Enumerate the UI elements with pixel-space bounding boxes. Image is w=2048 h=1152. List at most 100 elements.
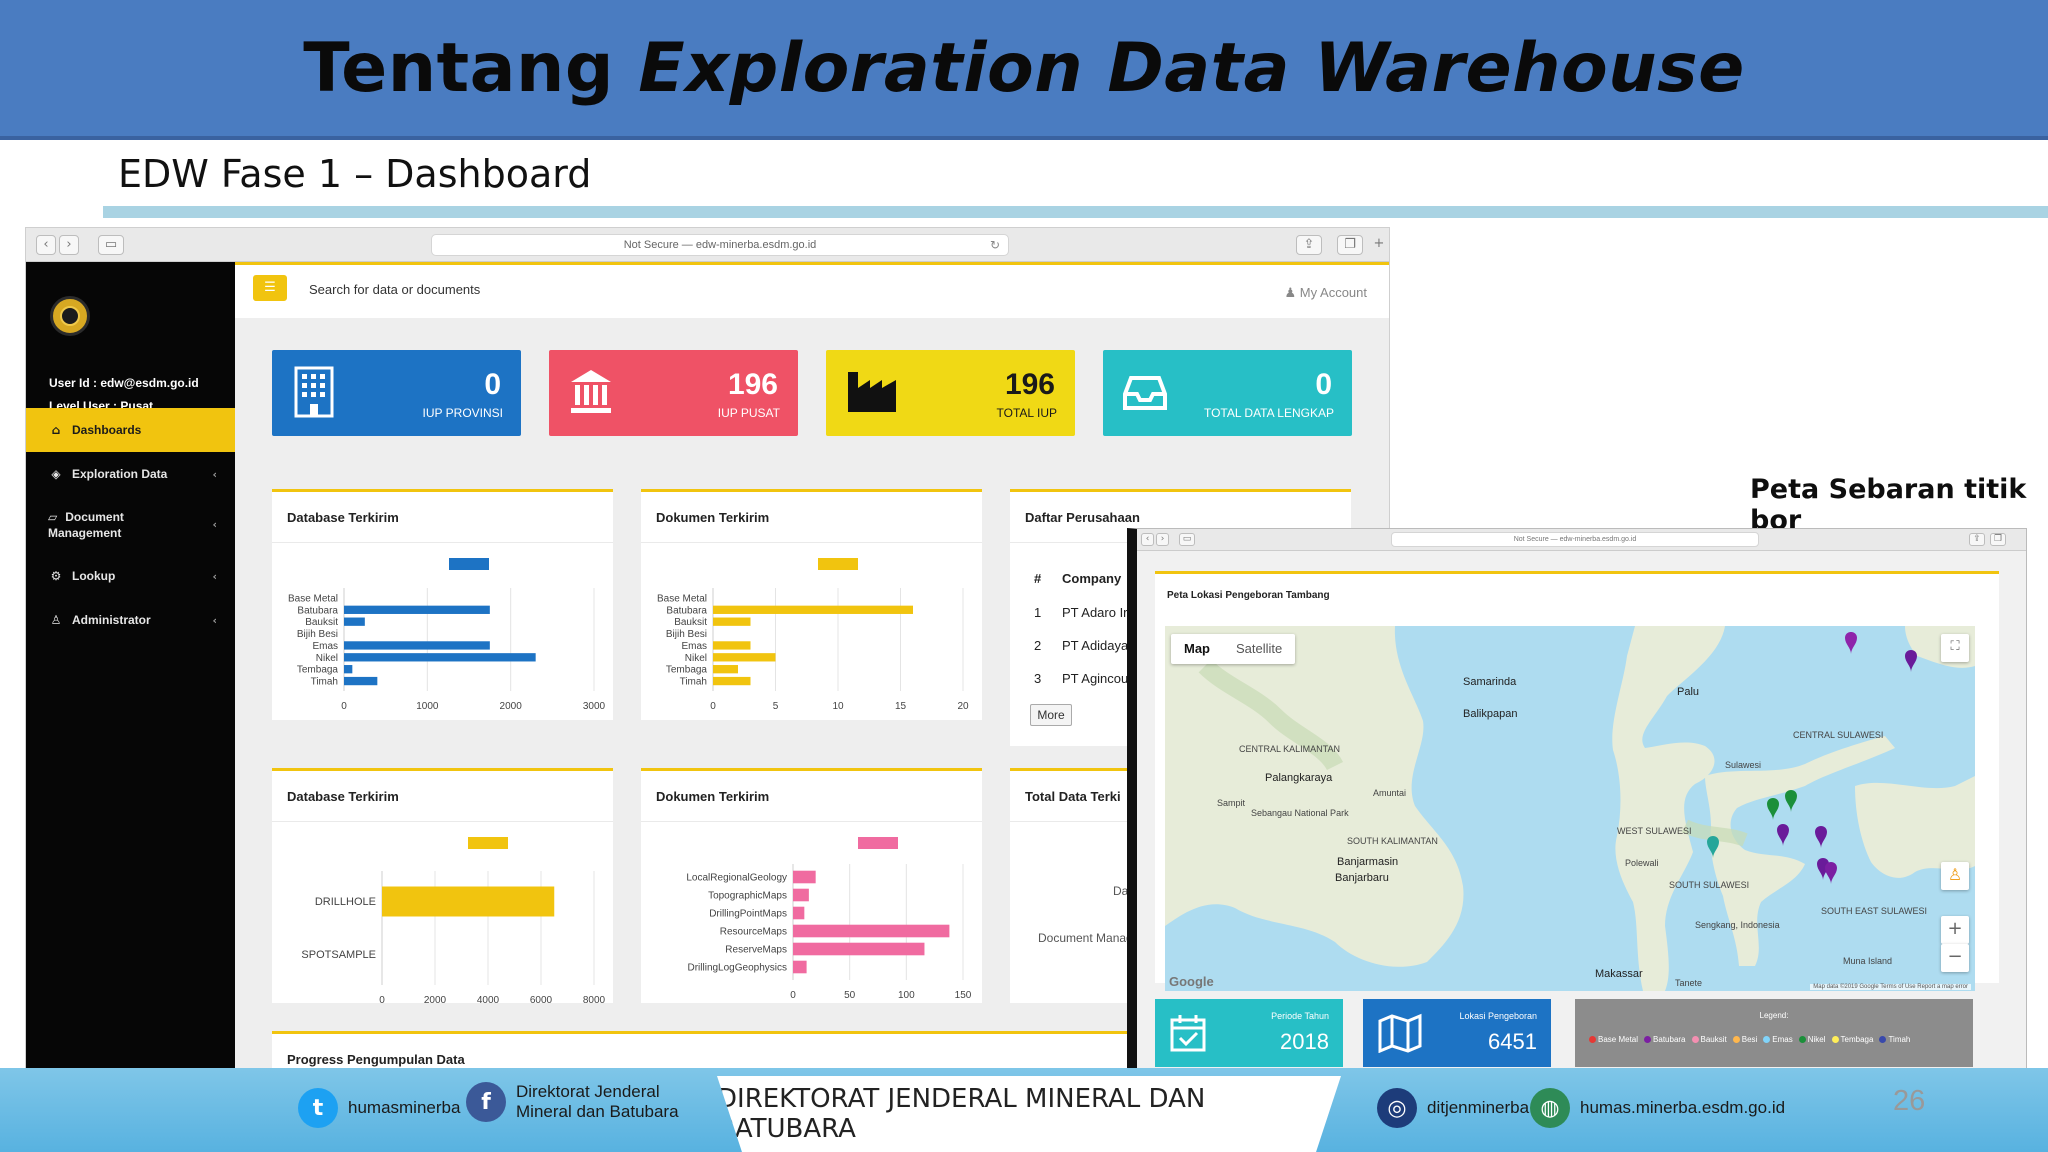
my-account-link[interactable]: ♟ My Account <box>1285 285 1367 301</box>
category-label: Emas <box>312 641 338 652</box>
footer-facebook: f Direktorat Jenderal Mineral dan Batuba… <box>466 1082 679 1122</box>
bar[interactable] <box>793 888 809 902</box>
address-bar[interactable]: Not Secure — edw-minerba.esdm.go.id <box>1391 532 1759 547</box>
bar[interactable] <box>344 676 378 686</box>
sidebar-item-label: Lookup <box>72 569 116 583</box>
tabs-icon[interactable]: ❐ <box>1990 533 2006 546</box>
stat-card-total-iup[interactable]: 196 TOTAL IUP <box>826 350 1075 436</box>
card-label: Periode Tahun <box>1271 1011 1329 1021</box>
tick-label: 0 <box>341 701 347 712</box>
sidebar: User Id : edw@esdm.go.id Level User : Pu… <box>26 262 235 1078</box>
category-label: Base Metal <box>288 593 338 604</box>
forward-icon[interactable]: › <box>1156 533 1169 546</box>
map-legend: Legend: Base Metal Batubara Bauksit Besi… <box>1575 999 1973 1067</box>
bar[interactable] <box>713 641 751 650</box>
bar[interactable] <box>793 924 950 938</box>
table-row[interactable]: 1 PT Adaro Ir <box>1034 596 1128 629</box>
map-icon <box>1378 1013 1422 1053</box>
periode-tahun-card: Periode Tahun 2018 <box>1155 999 1343 1067</box>
dokumen-terkirim-chart: 0 5 10 15 20 Base MetalBatubaraBauksitBijih B… <box>657 558 969 712</box>
drill-marker[interactable] <box>1905 650 1917 672</box>
footer-instagram-text: ditjenminerba <box>1427 1098 1530 1117</box>
table-row[interactable]: 3 PT Agincou <box>1034 662 1128 695</box>
chevron-left-icon: ‹ <box>212 569 217 583</box>
share-icon[interactable]: ⇪ <box>1969 533 1985 546</box>
menu-toggle-icon[interactable]: ☰ <box>253 275 287 301</box>
category-label: Batubara <box>297 605 338 616</box>
drill-marker[interactable] <box>1825 862 1837 884</box>
new-tab-icon[interactable]: + <box>1369 235 1389 255</box>
drill-marker[interactable] <box>1815 826 1827 848</box>
topbar: ☰ Search for data or documents ♟ My Acco… <box>235 262 1389 318</box>
bar[interactable] <box>713 617 751 626</box>
category-label: Nikel <box>316 653 338 664</box>
search-input[interactable]: Search for data or documents <box>309 282 480 297</box>
bar[interactable] <box>713 665 738 674</box>
category-label: TopographicMaps <box>708 891 787 902</box>
gears-icon: ⚙ <box>50 569 62 583</box>
legend-item: Besi <box>1732 1035 1757 1044</box>
database-terkirim-type-panel: Database Terkirim 0 2000 4000 6000 8000 DRILL… <box>272 768 613 1006</box>
bar[interactable] <box>344 665 353 674</box>
bar[interactable] <box>793 960 807 974</box>
legend-item: Nikel <box>1798 1035 1826 1044</box>
drilling-map[interactable]: Map Satellite Samarinda Balikpapan Palu … <box>1165 626 1975 991</box>
zoom-out-icon[interactable]: − <box>1941 944 1969 972</box>
sidebar-item-lookup[interactable]: ⚙ Lookup ‹ <box>26 554 235 598</box>
address-bar[interactable]: Not Secure — edw-minerba.esdm.go.id ↻ <box>431 234 1009 256</box>
tabs-icon[interactable]: ❐ <box>1337 235 1363 255</box>
sidebar-item-administrator[interactable]: ♙ Administrator ‹ <box>26 598 235 642</box>
back-icon[interactable]: ‹ <box>36 235 56 255</box>
drill-marker[interactable] <box>1777 824 1789 846</box>
sidebar-item-dashboards[interactable]: ⌂ Dashboards <box>26 408 235 452</box>
bar[interactable] <box>344 617 365 626</box>
legend-item: Bauksit <box>1691 1035 1727 1044</box>
category-label: Bauksit <box>674 617 707 628</box>
category-label: Emas <box>681 641 707 652</box>
sidebar-toggle-icon[interactable]: ▭ <box>1179 533 1195 546</box>
zoom-in-icon[interactable]: + <box>1941 916 1969 944</box>
slide-footer: t humasminerba f Direktorat Jenderal Min… <box>0 1068 2048 1152</box>
bar[interactable] <box>793 870 816 884</box>
fullscreen-icon[interactable]: ⛶ <box>1941 634 1969 662</box>
stat-card-iup-provinsi[interactable]: 0 IUP PROVINSI <box>272 350 521 436</box>
tick-label: 3000 <box>583 701 606 712</box>
more-button[interactable]: More <box>1030 704 1072 726</box>
bar[interactable] <box>713 605 913 614</box>
bar[interactable] <box>344 605 490 614</box>
legend-item: Base Metal <box>1589 1035 1638 1044</box>
bar[interactable] <box>382 886 555 917</box>
tick-label: 0 <box>379 995 385 1006</box>
drill-marker[interactable] <box>1845 632 1857 654</box>
stat-card-iup-pusat[interactable]: 196 IUP PUSAT <box>549 350 798 436</box>
stat-card-total-data-lengkap[interactable]: 0 TOTAL DATA LENGKAP <box>1103 350 1352 436</box>
bar[interactable] <box>713 653 776 662</box>
footer-web: ◍ humas.minerba.esdm.go.id <box>1530 1088 1785 1128</box>
map-page: Peta Lokasi Pengeboran Tambang Map Satel… <box>1137 551 2026 1089</box>
table-row[interactable]: 2 PT Adidaya <box>1034 629 1128 662</box>
panel-title: Progress Pengumpulan Data <box>287 1052 465 1067</box>
sidebar-item-document-management[interactable]: ▱ Document Management ‹ <box>26 496 235 554</box>
share-icon[interactable]: ⇪ <box>1296 235 1322 255</box>
sidebar-item-exploration-data[interactable]: ◈ Exploration Data ‹ <box>26 452 235 496</box>
stat-value: 196 <box>1004 368 1055 401</box>
street-view-icon[interactable]: ♙ <box>1941 862 1969 890</box>
forward-icon[interactable]: › <box>59 235 79 255</box>
back-icon[interactable]: ‹ <box>1141 533 1154 546</box>
page-number: 26 <box>1893 1085 1926 1117</box>
tick-label: 6000 <box>530 995 553 1006</box>
drill-marker[interactable] <box>1707 836 1719 858</box>
bar[interactable] <box>713 676 751 686</box>
address-bar-text: Not Secure — edw-minerba.esdm.go.id <box>623 239 817 251</box>
card-label: Lokasi Pengeboran <box>1459 1011 1537 1021</box>
drill-marker[interactable] <box>1785 790 1797 812</box>
map-panel: Peta Lokasi Pengeboran Tambang Map Satel… <box>1155 571 1999 991</box>
sidebar-toggle-icon[interactable]: ▭ <box>98 235 124 255</box>
bank-icon <box>571 370 611 413</box>
bar[interactable] <box>344 641 490 650</box>
bar[interactable] <box>793 906 805 920</box>
bar[interactable] <box>344 653 536 662</box>
bar[interactable] <box>793 942 925 956</box>
reload-icon[interactable]: ↻ <box>990 235 1000 255</box>
drill-marker[interactable] <box>1767 798 1779 820</box>
